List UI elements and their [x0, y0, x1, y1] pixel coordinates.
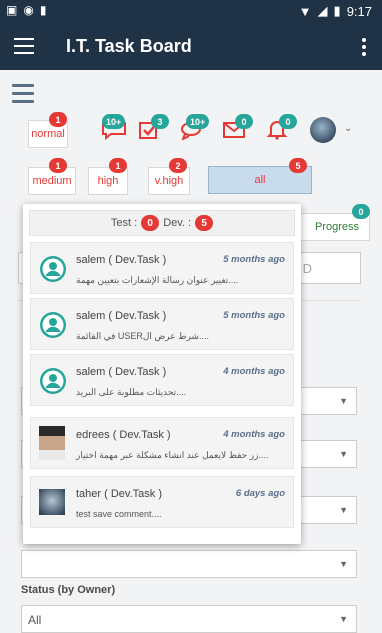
bell-badge: 0 — [279, 114, 297, 129]
notification-time: 4 months ago — [223, 366, 285, 377]
priority-all-badge: 5 — [289, 158, 307, 173]
test-count-badge[interactable]: 0 — [141, 215, 160, 231]
dropdown-caret-icon: ▼ — [339, 559, 348, 569]
priority-normal-badge: 1 — [49, 112, 67, 127]
status-owner-value: All — [28, 613, 42, 627]
sd-card-icon: ▮ — [39, 3, 47, 17]
status-owner-label: Status (by Owner) — [21, 584, 116, 596]
battery-icon: ▮ — [333, 3, 341, 18]
search-field-text: D — [302, 261, 312, 276]
app-bar: I.T. Task Board — [0, 24, 382, 70]
notification-time: 5 months ago — [223, 254, 285, 265]
record-icon: ◉ — [23, 3, 34, 17]
clock-text: 9:17 — [346, 3, 372, 19]
notification-item[interactable]: salem ( Dev.Task ) 4 months ago تحديثات … — [30, 354, 294, 406]
notification-message: في القائمة USERشرط عرض ال.... — [76, 331, 209, 341]
notifications-popup: Test : 0 Dev. : 5 salem ( Dev.Task ) 5 m… — [23, 204, 301, 544]
notification-time: 4 months ago — [223, 429, 285, 440]
notification-sender: edrees ( Dev.Task ) — [76, 429, 171, 441]
notification-sender: salem ( Dev.Task ) — [76, 366, 167, 378]
tasks-badge: 3 — [151, 114, 169, 129]
chat-badge: 10+ — [102, 114, 126, 129]
priority-high-label: high — [97, 175, 119, 187]
test-label: Test : — [110, 217, 138, 229]
notification-item[interactable]: taher ( Dev.Task ) 6 days ago test save … — [30, 476, 294, 528]
priority-all-label: all — [254, 174, 266, 186]
user-avatar[interactable] — [310, 117, 336, 143]
overflow-menu-icon[interactable] — [362, 38, 366, 59]
notification-sender: taher ( Dev.Task ) — [76, 488, 162, 500]
notification-message: زر حفظ لايعمل عند انشاء مشكلة عبر مهمة ا… — [76, 450, 269, 460]
notification-icon: ▣ — [6, 3, 18, 17]
photo-avatar — [39, 489, 65, 515]
status-owner-select[interactable]: All ▼ — [21, 605, 357, 633]
dropdown-caret-icon: ▼ — [339, 396, 348, 406]
mail-badge: 0 — [235, 114, 253, 129]
notification-item[interactable]: edrees ( Dev.Task ) 4 months ago زر حفظ … — [30, 417, 294, 469]
status-bar: ▣ ◉ ▮ ▼ ◢ ▮ 9:17 — [0, 0, 382, 24]
dropdown-caret-icon: ▼ — [339, 449, 348, 459]
priority-high-badge: 1 — [109, 158, 127, 173]
priority-vhigh-badge: 2 — [169, 158, 187, 173]
photo-avatar — [39, 426, 65, 460]
user-icon — [39, 367, 67, 395]
sidebar-toggle-icon[interactable] — [12, 84, 34, 103]
wifi-icon: ▼ — [298, 3, 312, 19]
notification-sender: salem ( Dev.Task ) — [76, 254, 167, 266]
filter-select-4[interactable]: ▼ — [21, 550, 357, 578]
notification-message: تحديثات مطلوبة على البريد.... — [76, 387, 187, 397]
notification-sender: salem ( Dev.Task ) — [76, 310, 167, 322]
priority-medium-label: medium — [32, 175, 72, 187]
progress-label: Progress — [314, 221, 359, 233]
signal-icon: ◢ — [317, 3, 328, 18]
chevron-down-icon[interactable]: ⌄ — [344, 123, 352, 134]
progress-badge: 0 — [352, 204, 370, 219]
popup-header: Test : 0 Dev. : 5 — [29, 210, 295, 236]
user-icon — [39, 255, 67, 283]
notification-message: تغيير عنوان رسالة الإشعارات بتعيين مهمة.… — [76, 275, 239, 285]
notification-time: 5 months ago — [223, 310, 285, 321]
comments-badge: 10+ — [186, 114, 210, 129]
hamburger-menu-icon[interactable] — [14, 38, 34, 54]
dropdown-caret-icon: ▼ — [339, 614, 348, 624]
notification-message: test save comment.... — [76, 509, 162, 519]
dev-label: Dev. : — [163, 217, 192, 229]
notification-time: 6 days ago — [235, 488, 285, 499]
notification-item[interactable]: salem ( Dev.Task ) 5 months ago تغيير عن… — [30, 242, 294, 294]
dropdown-caret-icon: ▼ — [339, 505, 348, 515]
priority-medium-badge: 1 — [49, 158, 67, 173]
user-icon — [39, 311, 67, 339]
priority-normal-label: normal — [31, 128, 65, 140]
app-title: I.T. Task Board — [66, 36, 192, 56]
notification-item[interactable]: salem ( Dev.Task ) 5 months ago في القائ… — [30, 298, 294, 350]
priority-vhigh-label: v.high — [154, 175, 184, 187]
dev-count-badge[interactable]: 5 — [195, 215, 214, 231]
